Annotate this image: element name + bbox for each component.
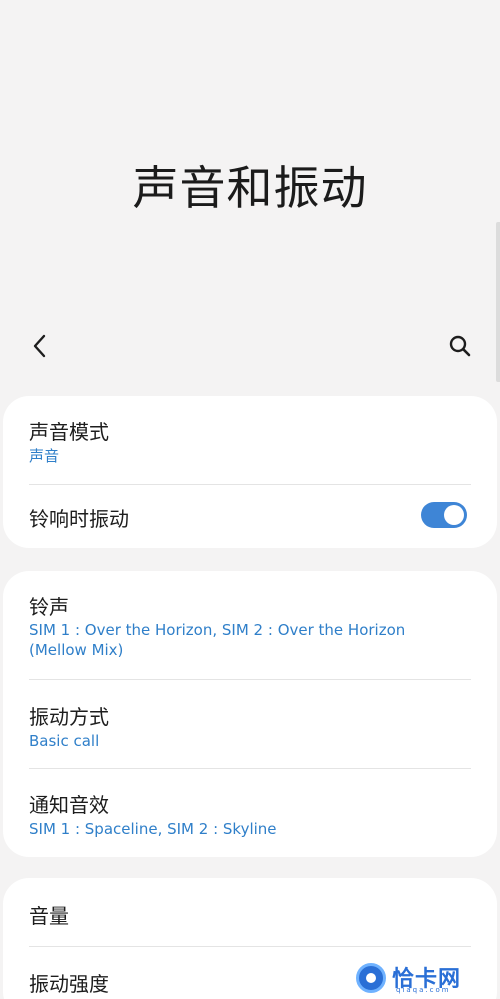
ringtone-value: SIM 1 : Over the Horizon, SIM 2 : Over t… [29,621,406,659]
vibrate-on-ring-item[interactable]: 铃响时振动 [3,485,497,548]
settings-screen: 声音和振动 声音模式 声音 铃响时振动 铃声 SIM 1: Over the … [0,0,500,999]
watermark-domain: qiaqa.com [396,986,451,994]
vibration-pattern-value: Basic call [29,732,100,750]
chevron-left-icon [33,334,46,358]
vibrate-on-ring-toggle[interactable] [421,502,467,528]
volume-item[interactable]: 音量 [3,878,497,946]
notification-sound-label: 通知音效 [29,793,109,817]
toolbar [0,326,500,366]
page-title: 声音和振动 [132,161,368,215]
settings-group-sounds: 铃声 SIM 1 : Over the Horizon, SIM 2 : Ove… [3,571,497,857]
volume-label: 音量 [29,904,69,928]
notification-sound-value: SIM 1 : Spaceline, SIM 2 : Skyline [29,820,277,838]
watermark-logo: 恰卡网 qiaqa.com [356,961,496,995]
vibration-intensity-label: 振动强度 [29,972,109,996]
sound-mode-value: 声音 [29,447,60,465]
sound-mode-item[interactable]: 声音模式 声音 [3,396,497,484]
back-button[interactable] [24,330,56,362]
toggle-knob [444,505,464,525]
search-button[interactable] [444,330,476,362]
search-icon [449,335,471,357]
vibration-pattern-label: 振动方式 [29,705,109,729]
ringtone-item[interactable]: 铃声 SIM 1 : Over the Horizon, SIM 2 : Ove… [3,571,497,679]
notification-sound-item[interactable]: 通知音效 SIM 1 : Spaceline, SIM 2 : Skyline [3,769,497,857]
sound-mode-label: 声音模式 [29,420,109,444]
settings-group-sound-mode: 声音模式 声音 铃响时振动 [3,396,497,548]
watermark-logo-icon [356,963,386,993]
ringtone-label: 铃声 [29,595,69,619]
vibration-pattern-item[interactable]: 振动方式 Basic call [3,680,497,768]
vibrate-on-ring-label: 铃响时振动 [29,507,129,531]
